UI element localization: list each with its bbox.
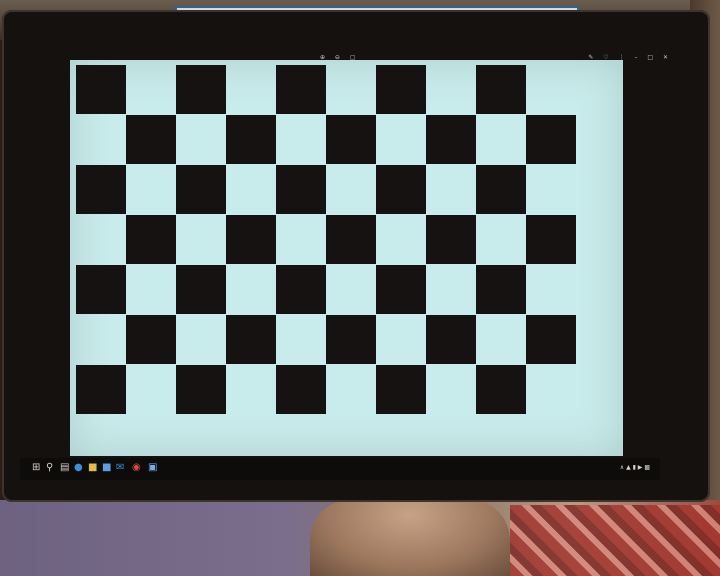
dark-square	[376, 65, 426, 114]
dark-square	[176, 365, 226, 414]
photo-viewer-canvas	[70, 60, 623, 456]
chrome-icon[interactable]: ◉	[132, 463, 141, 473]
dark-square	[226, 215, 276, 264]
dark-square	[476, 365, 526, 414]
windows-start-icon[interactable]: ⊞	[32, 463, 40, 473]
search-icon[interactable]: ⚲	[46, 463, 53, 473]
dark-square	[126, 115, 176, 164]
dark-square	[326, 315, 376, 364]
mail-icon[interactable]: ✉	[116, 463, 124, 473]
dark-square	[526, 315, 576, 364]
dark-square	[426, 115, 476, 164]
dark-square	[476, 265, 526, 314]
taskbar: ⊞ ⚲ ▤ ● ■ ■ ✉ ◉ ▣ ∧ ▲ ▮ ▶ ▩	[20, 458, 660, 480]
dark-square	[526, 215, 576, 264]
dark-square	[76, 265, 126, 314]
dark-square	[526, 115, 576, 164]
dark-square	[376, 265, 426, 314]
hand	[310, 500, 510, 576]
dark-square	[226, 115, 276, 164]
dark-square	[76, 65, 126, 114]
dark-square	[276, 165, 326, 214]
task-view-icon[interactable]: ▤	[60, 463, 69, 473]
dark-square	[376, 165, 426, 214]
dark-square	[126, 215, 176, 264]
dark-square	[476, 65, 526, 114]
dark-square	[226, 315, 276, 364]
dark-square	[76, 165, 126, 214]
photos-icon[interactable]: ▣	[148, 463, 157, 473]
dark-square	[326, 115, 376, 164]
dark-square	[276, 65, 326, 114]
dark-square	[176, 265, 226, 314]
dark-square	[326, 215, 376, 264]
dark-square	[126, 315, 176, 364]
dark-square	[476, 165, 526, 214]
dark-square	[176, 65, 226, 114]
dark-square	[426, 215, 476, 264]
patterned-fabric	[510, 505, 720, 576]
dark-square	[276, 365, 326, 414]
dark-square	[176, 165, 226, 214]
file-explorer-icon[interactable]: ■	[88, 463, 97, 473]
edge-icon[interactable]: ●	[74, 463, 83, 473]
store-icon[interactable]: ■	[102, 463, 111, 473]
system-tray[interactable]: ∧ ▲ ▮ ▶ ▩	[620, 464, 650, 471]
dark-square	[376, 365, 426, 414]
dark-square	[426, 315, 476, 364]
dark-square	[276, 265, 326, 314]
checkerboard	[70, 60, 623, 456]
dark-square	[76, 365, 126, 414]
